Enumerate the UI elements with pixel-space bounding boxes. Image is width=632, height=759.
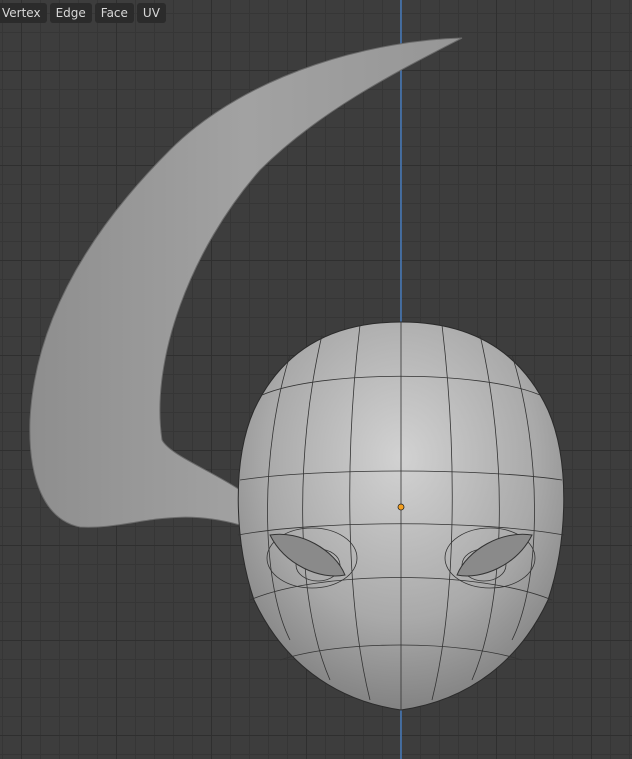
object-origin: [397, 503, 405, 511]
menu-vertex[interactable]: Vertex: [0, 3, 47, 23]
menu-uv[interactable]: UV: [136, 3, 166, 23]
select-mode-menu: Vertex Edge Face UV: [0, 3, 166, 23]
viewport-3d[interactable]: [0, 0, 632, 759]
menu-edge[interactable]: Edge: [49, 3, 92, 23]
menu-face[interactable]: Face: [94, 3, 134, 23]
